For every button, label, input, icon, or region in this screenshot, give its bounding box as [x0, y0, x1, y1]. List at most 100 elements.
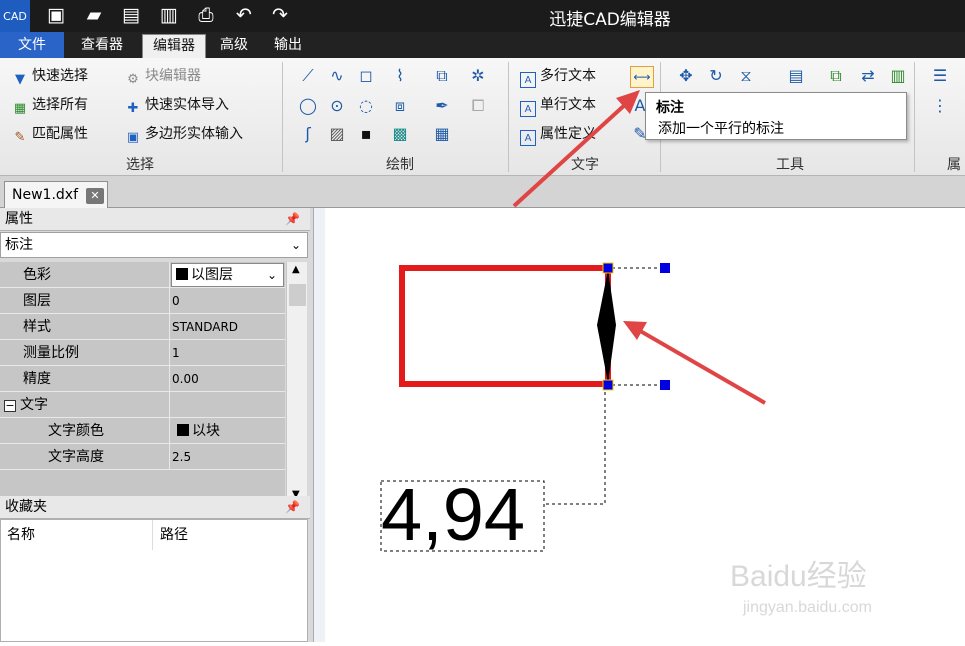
polygon-icon: ▣	[126, 130, 140, 145]
grip-handle[interactable]	[602, 262, 614, 274]
property-row-style[interactable]: 样式 STANDARD	[0, 314, 285, 340]
pen-icon[interactable]: ✒	[432, 96, 452, 116]
pin-icon[interactable]: 📌	[285, 496, 300, 519]
arc-icon[interactable]: ◌	[356, 96, 376, 116]
scroll-up-icon[interactable]: ▲	[292, 264, 300, 275]
collapse-icon[interactable]: −	[4, 400, 16, 412]
mirror-icon[interactable]: ⧖	[736, 66, 756, 86]
table-icon[interactable]: ▦	[432, 124, 452, 144]
circle-icon[interactable]: ◯	[298, 96, 318, 116]
gear-dropdown-icon[interactable]: ✲	[468, 66, 488, 86]
pin-icon[interactable]: 📌	[285, 208, 300, 231]
polygon-entity-input-button[interactable]: ▣ 多边形实体输入	[125, 123, 243, 145]
align-icon[interactable]: ▥	[888, 66, 908, 86]
rectangle-shape[interactable]	[399, 265, 611, 387]
property-value[interactable]: 2.5	[171, 444, 285, 470]
copy-objects-icon[interactable]: ⧉	[826, 66, 846, 86]
block-editor-button[interactable]: ⚙ 块编辑器	[125, 65, 201, 87]
layers-icon[interactable]: ☰	[930, 66, 950, 86]
properties-panel-title: 属性	[5, 211, 33, 227]
drawing-svg: 4,94 Baidu经验 jingyan.baidu.com	[380, 262, 872, 616]
grip-handle[interactable]	[602, 379, 614, 391]
property-key: 精度	[0, 366, 170, 392]
copy-icon[interactable]: ⧉	[432, 66, 452, 86]
color-select[interactable]: 以图层 ⌄	[171, 263, 284, 287]
tab-viewer[interactable]: 查看器	[70, 32, 134, 58]
funnel-icon: ▼	[15, 72, 25, 87]
replace-icon[interactable]: ⇄	[858, 66, 878, 86]
scrollbar-thumb[interactable]	[289, 284, 306, 306]
property-value[interactable]: 以块	[171, 418, 285, 444]
tab-editor[interactable]: 编辑器	[142, 34, 206, 58]
point-icon[interactable]: ▪	[356, 124, 376, 144]
drawing-canvas[interactable]: 4,94 Baidu经验 jingyan.baidu.com	[325, 208, 965, 642]
dimension-text[interactable]: 4,94	[381, 473, 525, 556]
tab-file[interactable]: 文件	[0, 32, 64, 58]
new-file-icon[interactable]: ▣	[44, 3, 68, 27]
quick-entity-import-button[interactable]: ✚ 快速实体导入	[125, 94, 229, 116]
rotate-icon[interactable]: ↻	[706, 66, 726, 86]
line-icon[interactable]: ⟋	[298, 66, 318, 86]
grip-handle[interactable]	[660, 380, 670, 390]
close-icon[interactable]: ✕	[86, 188, 104, 204]
offset-icon[interactable]: ⧈	[390, 96, 410, 116]
save-pdf-icon[interactable]: ▥	[157, 3, 181, 27]
circle-tangent-icon[interactable]: ⊙	[327, 96, 347, 116]
property-row-precision[interactable]: 精度 0.00	[0, 366, 285, 392]
grip-handle[interactable]	[660, 263, 670, 273]
quick-select-button[interactable]: ▼ 快速选择	[12, 65, 88, 87]
favorites-panel-title: 收藏夹	[5, 499, 47, 515]
chevron-down-icon: ⌄	[290, 238, 301, 252]
document-tab[interactable]: New1.dxf ✕	[4, 181, 108, 208]
brush-icon: ✎	[14, 130, 26, 145]
spline-icon[interactable]: ʃ	[298, 124, 318, 144]
tab-output[interactable]: 输出	[264, 32, 312, 58]
property-row-color: 色彩 以图层 ⌄	[0, 262, 285, 288]
canvas-ruler	[313, 208, 325, 642]
open-folder-icon[interactable]: ▰	[82, 3, 106, 27]
match-properties-button[interactable]: ✎ 匹配属性	[12, 123, 88, 145]
document-tab-bar: New1.dxf ✕	[0, 176, 965, 208]
rectangle-icon[interactable]: ◻	[356, 66, 376, 86]
property-grid: 色彩 以图层 ⌄ 图层 0 样式 STANDARD 测量比例 1 精度 0.00 …	[0, 262, 285, 502]
property-row-text-height[interactable]: 文字高度 2.5	[0, 444, 285, 470]
properties-panel-header: 属性 📌	[0, 208, 310, 231]
scrollbar[interactable]: ▲ ▼	[286, 262, 307, 502]
property-value[interactable]: 0	[171, 288, 285, 314]
insert-block-icon[interactable]: ⧠	[468, 96, 488, 116]
tab-advanced[interactable]: 高级	[210, 32, 258, 58]
polyline-icon[interactable]: ⌇	[390, 66, 410, 86]
property-value[interactable]: 0.00	[171, 366, 285, 392]
save-icon[interactable]: ▤	[119, 3, 143, 27]
move-icon[interactable]: ✥	[676, 66, 696, 86]
layer-dropdown-icon[interactable]: ▤	[786, 66, 806, 86]
app-logo[interactable]: CAD	[0, 0, 30, 32]
hatch-icon[interactable]: ▨	[327, 124, 347, 144]
property-row-text-color[interactable]: 文字颜色 以块	[0, 418, 285, 444]
select-all-icon: ▦	[13, 101, 27, 116]
dimension-arrowheads	[597, 270, 616, 383]
property-value[interactable]: 1	[171, 340, 285, 366]
column-header-path[interactable]: 路径	[154, 520, 304, 550]
group-divider	[282, 62, 283, 172]
color-swatch	[177, 424, 189, 436]
list-icon[interactable]: ⋮	[930, 96, 950, 116]
image-icon[interactable]: ▩	[390, 124, 410, 144]
property-row-layer[interactable]: 图层 0	[0, 288, 285, 314]
print-icon[interactable]: ⎙	[194, 3, 218, 27]
polygon-entity-input-label: 多边形实体输入	[145, 126, 243, 142]
property-value[interactable]: STANDARD	[171, 314, 285, 340]
redo-icon[interactable]: ↷	[268, 3, 292, 27]
property-category-text[interactable]: − 文字	[0, 392, 285, 418]
annotation-arrow-canvas	[634, 326, 766, 405]
property-category-label: 文字	[20, 397, 48, 413]
property-row-measure-scale[interactable]: 测量比例 1	[0, 340, 285, 366]
column-header-name[interactable]: 名称	[1, 520, 153, 550]
app-title: 迅捷CAD编辑器	[549, 10, 671, 30]
undo-icon[interactable]: ↶	[232, 3, 256, 27]
entity-type-select[interactable]: 标注 ⌄	[0, 232, 308, 258]
property-key: 图层	[0, 288, 170, 314]
partial-group-label: 属	[947, 157, 961, 173]
freehand-icon[interactable]: ∿	[327, 66, 347, 86]
select-all-button[interactable]: ▦ 选择所有	[12, 94, 88, 116]
